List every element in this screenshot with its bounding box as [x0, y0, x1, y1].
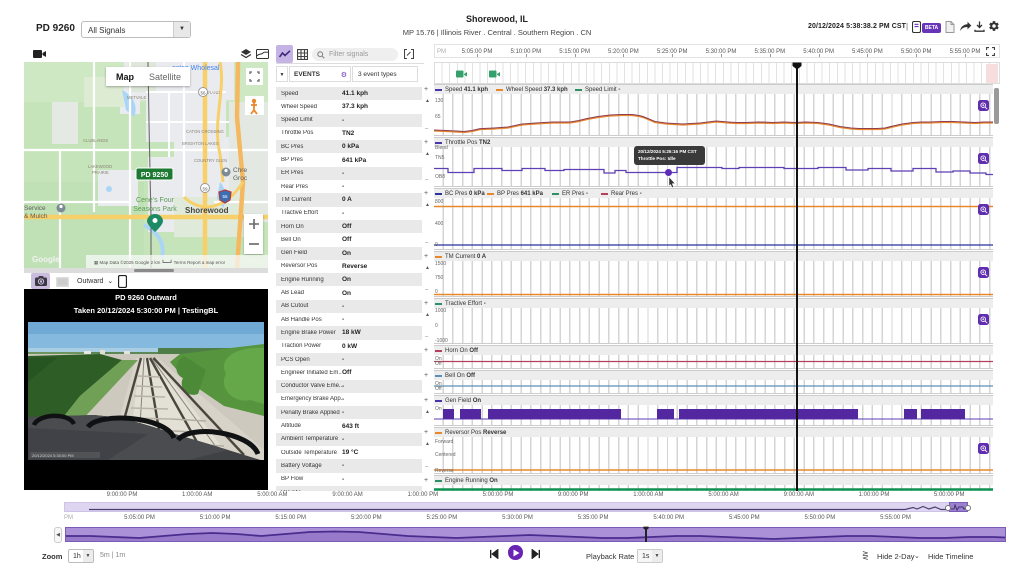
svg-text:Satellite: Satellite	[149, 72, 181, 82]
svg-text:20/12/2024 5:30:00 PM: 20/12/2024 5:30:00 PM	[32, 453, 74, 458]
svg-text:56: 56	[200, 91, 206, 96]
svg-text:Google: Google	[32, 255, 60, 264]
svg-text:BRIGHTON LAKES: BRIGHTON LAKES	[182, 141, 219, 146]
svg-text:▦ Map Data ©2025 Google 2: ▦ Map Data ©2025 Google 2 km ┗━━┛ Terms …	[94, 259, 226, 265]
svg-text:CLUBLANDS: CLUBLANDS	[83, 138, 108, 143]
svg-text:Seasons Park: Seasons Park	[133, 206, 177, 213]
svg-text:Service: Service	[24, 205, 46, 212]
svg-text:Groc: Groc	[233, 175, 248, 182]
svg-text:PRAIRIE: PRAIRIE	[92, 170, 109, 175]
svg-text:& Mulch: & Mulch	[24, 213, 48, 220]
svg-text:55: 55	[222, 194, 228, 199]
svg-text:CATON CROSSING: CATON CROSSING	[186, 129, 224, 134]
svg-text:59: 59	[202, 187, 208, 192]
svg-text:COUNTRY GLEN: COUNTRY GLEN	[194, 158, 227, 163]
svg-text:PD 9250: PD 9250	[141, 172, 168, 179]
svg-text:Chre: Chre	[233, 167, 247, 174]
svg-text:Cene's Four: Cene's Four	[136, 197, 175, 204]
svg-text:Shorewood: Shorewood	[185, 206, 229, 215]
svg-text:LAKEWOOD: LAKEWOOD	[88, 164, 112, 169]
svg-text:Map: Map	[116, 72, 135, 82]
svg-text:METVALE: METVALE	[127, 95, 146, 100]
